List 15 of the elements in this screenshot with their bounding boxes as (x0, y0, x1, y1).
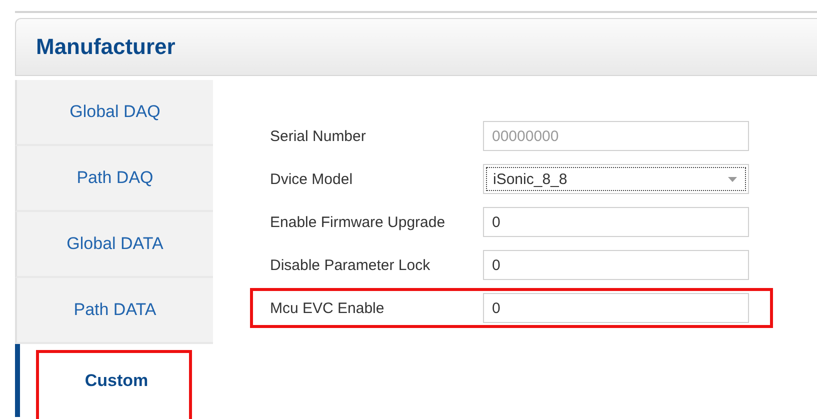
input-field[interactable]: 0 (483, 250, 749, 280)
sidebar-tab[interactable]: Global DAQ (15, 80, 213, 146)
panel-title: Manufacturer (36, 34, 176, 60)
field-label: Mcu EVC Enable (270, 300, 386, 316)
caret-icon (728, 176, 737, 182)
field-label: Enable Firmware Upgrade (270, 214, 446, 230)
sidebar-tab[interactable]: Path DAQ (15, 146, 213, 212)
sidebar-tab[interactable]: Path DATA (15, 278, 213, 344)
input-field[interactable]: 0 (483, 207, 749, 237)
sidebar-tab[interactable]: Global DATA (15, 212, 213, 278)
field-label: Serial Number (270, 128, 367, 144)
field-label: Disable Parameter Lock (270, 256, 432, 274)
model-dropdown[interactable]: iSonic_8_8 (483, 164, 749, 194)
input-field[interactable]: 0 (483, 293, 749, 323)
field-label: Dvice Model (270, 170, 354, 188)
